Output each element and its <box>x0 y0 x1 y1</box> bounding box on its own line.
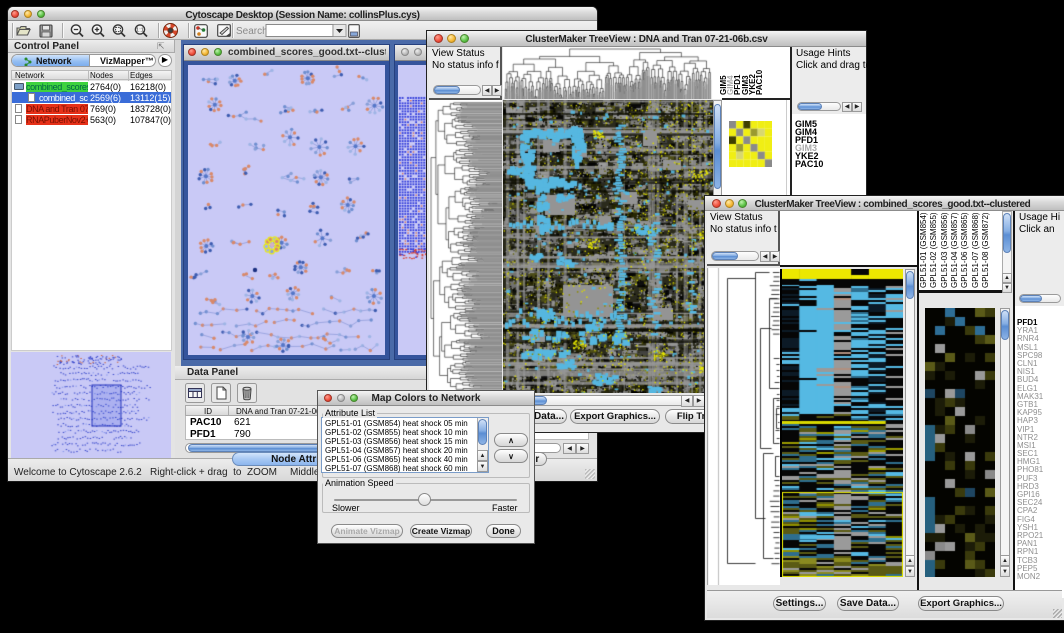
svg-text:1:1: 1:1 <box>136 28 144 34</box>
svg-text:Search:: Search: <box>236 26 270 37</box>
